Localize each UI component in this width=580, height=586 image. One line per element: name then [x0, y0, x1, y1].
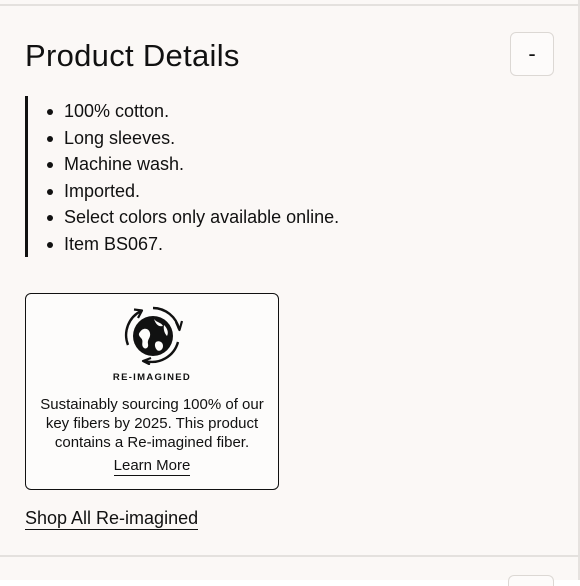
shop-all-reimagined-link[interactable]: Shop All Re-imagined — [25, 507, 199, 530]
list-item-text: 100% cotton. — [64, 101, 170, 121]
list-item-text: Long sleeves. — [64, 127, 176, 148]
next-section-toggle-button[interactable] — [508, 575, 554, 586]
bullet-icon — [47, 241, 53, 248]
product-details-panel: Product Details - 100% cotton. Long slee… — [0, 0, 580, 586]
card-description: Sustainably sourcing 100% of our key fib… — [40, 396, 264, 451]
list-item-text: Machine wash. — [64, 154, 185, 175]
bullet-icon — [47, 162, 53, 169]
section-title: Product Details — [25, 38, 240, 73]
learn-more-row: Learn More — [26, 457, 278, 476]
details-list-container: 100% cotton. Long sleeves. Machine wash.… — [25, 96, 365, 257]
list-item-text: Select colors only available online. — [64, 207, 340, 228]
details-list: 100% cotton. Long sleeves. Machine wash.… — [46, 98, 365, 258]
reimagined-card: RE-IMAGINED Sustainably sourcing 100% of… — [25, 293, 279, 490]
bullet-icon — [47, 215, 53, 222]
bullet-icon — [47, 188, 53, 195]
learn-more-link[interactable]: Learn More — [113, 457, 191, 476]
list-item: Imported. — [46, 178, 365, 205]
list-item: Machine wash. — [46, 151, 365, 178]
list-item-text: Item BS067. — [64, 233, 164, 254]
globe-leaves-recycle-icon — [124, 306, 183, 365]
list-item: Long sleeves. — [46, 125, 365, 152]
list-item: Item BS067. — [46, 231, 365, 258]
top-divider — [0, 4, 580, 6]
list-item-text: Imported. — [64, 180, 141, 201]
bullet-icon — [47, 135, 53, 142]
collapse-button[interactable]: - — [510, 32, 554, 76]
bottom-divider — [0, 555, 580, 557]
list-item: 100% cotton. — [46, 98, 365, 125]
badge-label: RE-IMAGINED — [112, 372, 192, 383]
list-item: Select colors only available online. — [46, 204, 365, 231]
bullet-icon — [47, 109, 53, 115]
